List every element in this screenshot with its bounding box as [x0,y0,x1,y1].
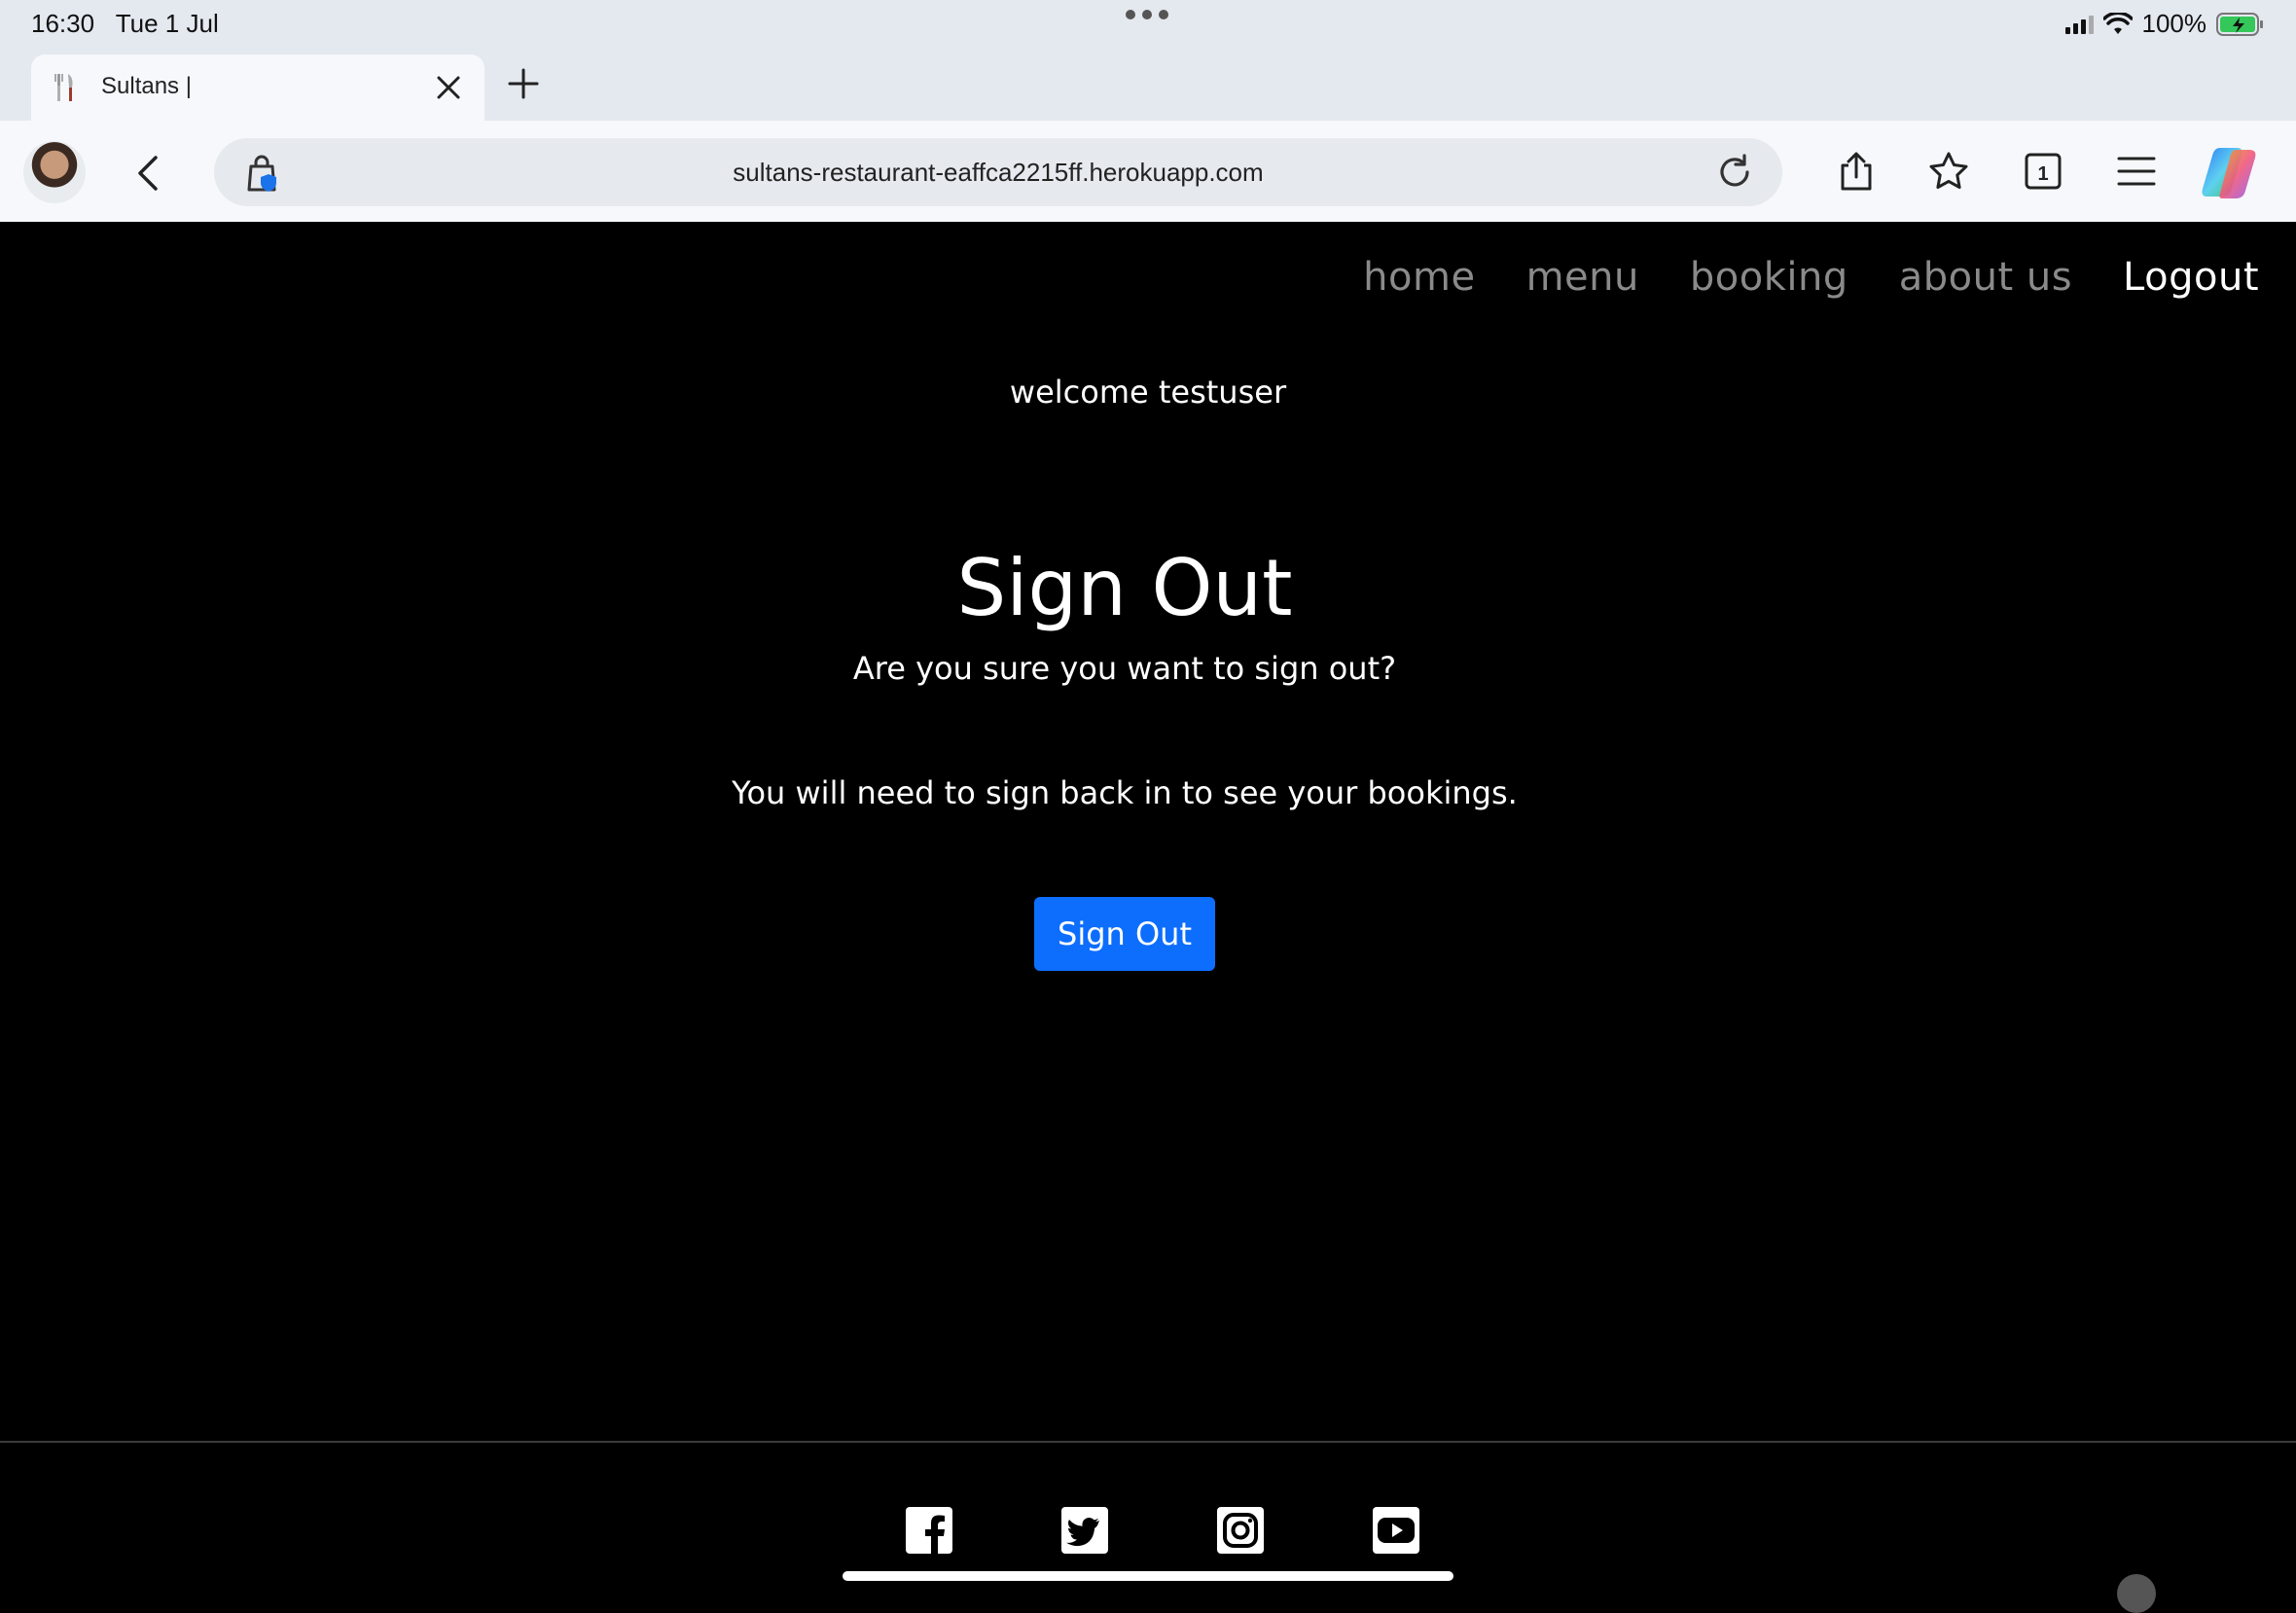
home-indicator[interactable] [843,1571,1453,1581]
status-date: Tue 1 Jul [115,9,219,38]
nav-booking-link[interactable]: booking [1690,255,1848,300]
facebook-icon[interactable] [905,1506,953,1555]
page-title: Sign Out [956,543,1293,633]
status-time-date: 16:30 Tue 1 Jul [31,9,219,39]
close-tab-icon[interactable] [432,71,465,104]
favorite-star-icon[interactable] [1927,150,1970,193]
back-icon[interactable] [132,154,163,193]
address-bar[interactable]: sultans-restaurant-eaffca2215ff.herokuap… [214,138,1782,206]
sign-out-button[interactable]: Sign Out [1034,897,1215,971]
tabs-count: 1 [2037,163,2048,185]
nav-home-link[interactable]: home [1363,255,1475,300]
cellular-signal-icon [2064,15,2094,34]
status-bar: 16:30 Tue 1 Jul 100% [0,0,2296,51]
youtube-icon[interactable] [1372,1506,1420,1555]
nav-logout-link[interactable]: Logout [2123,255,2259,300]
profile-avatar[interactable] [23,141,86,203]
browser-tab[interactable]: Sultans | [31,54,484,121]
web-page: home menu booking about us Logout welcom… [0,222,2296,1613]
status-time: 16:30 [31,9,95,38]
browser-toolbar: sultans-restaurant-eaffca2215ff.herokuap… [0,121,2296,222]
nav-menu-link[interactable]: menu [1526,255,1639,300]
url-text: sultans-restaurant-eaffca2215ff.herokuap… [733,158,1264,187]
new-tab-icon[interactable] [506,66,541,101]
twitter-icon[interactable] [1060,1506,1109,1555]
menu-hamburger-icon[interactable] [2115,150,2158,193]
welcome-message: welcome testuser [1009,374,1287,411]
battery-percent: 100% [2141,9,2207,38]
share-icon[interactable] [1835,150,1878,193]
copilot-icon[interactable] [2197,142,2261,202]
reload-icon[interactable] [1714,152,1755,193]
status-indicators: 100% [2064,9,2266,39]
site-navigation: home menu booking about us Logout [1363,255,2259,300]
instagram-icon[interactable] [1216,1506,1265,1555]
wifi-icon [2102,12,2133,34]
multitasking-dots[interactable] [1126,10,1168,19]
confirm-question: Are you sure you want to sign out? [852,650,1397,687]
browser-tab-bar: Sultans | [0,51,2296,121]
battery-charging-icon [2216,12,2263,36]
assistive-touch-button[interactable] [2117,1574,2156,1613]
restaurant-favicon-icon [54,74,73,101]
footer-divider [0,1441,2296,1443]
tab-title: Sultans | [101,73,192,99]
signout-note: You will need to sign back in to see you… [732,774,1518,811]
nav-about-link[interactable]: about us [1899,255,2072,300]
tabs-count-icon[interactable]: 1 [2022,150,2064,193]
